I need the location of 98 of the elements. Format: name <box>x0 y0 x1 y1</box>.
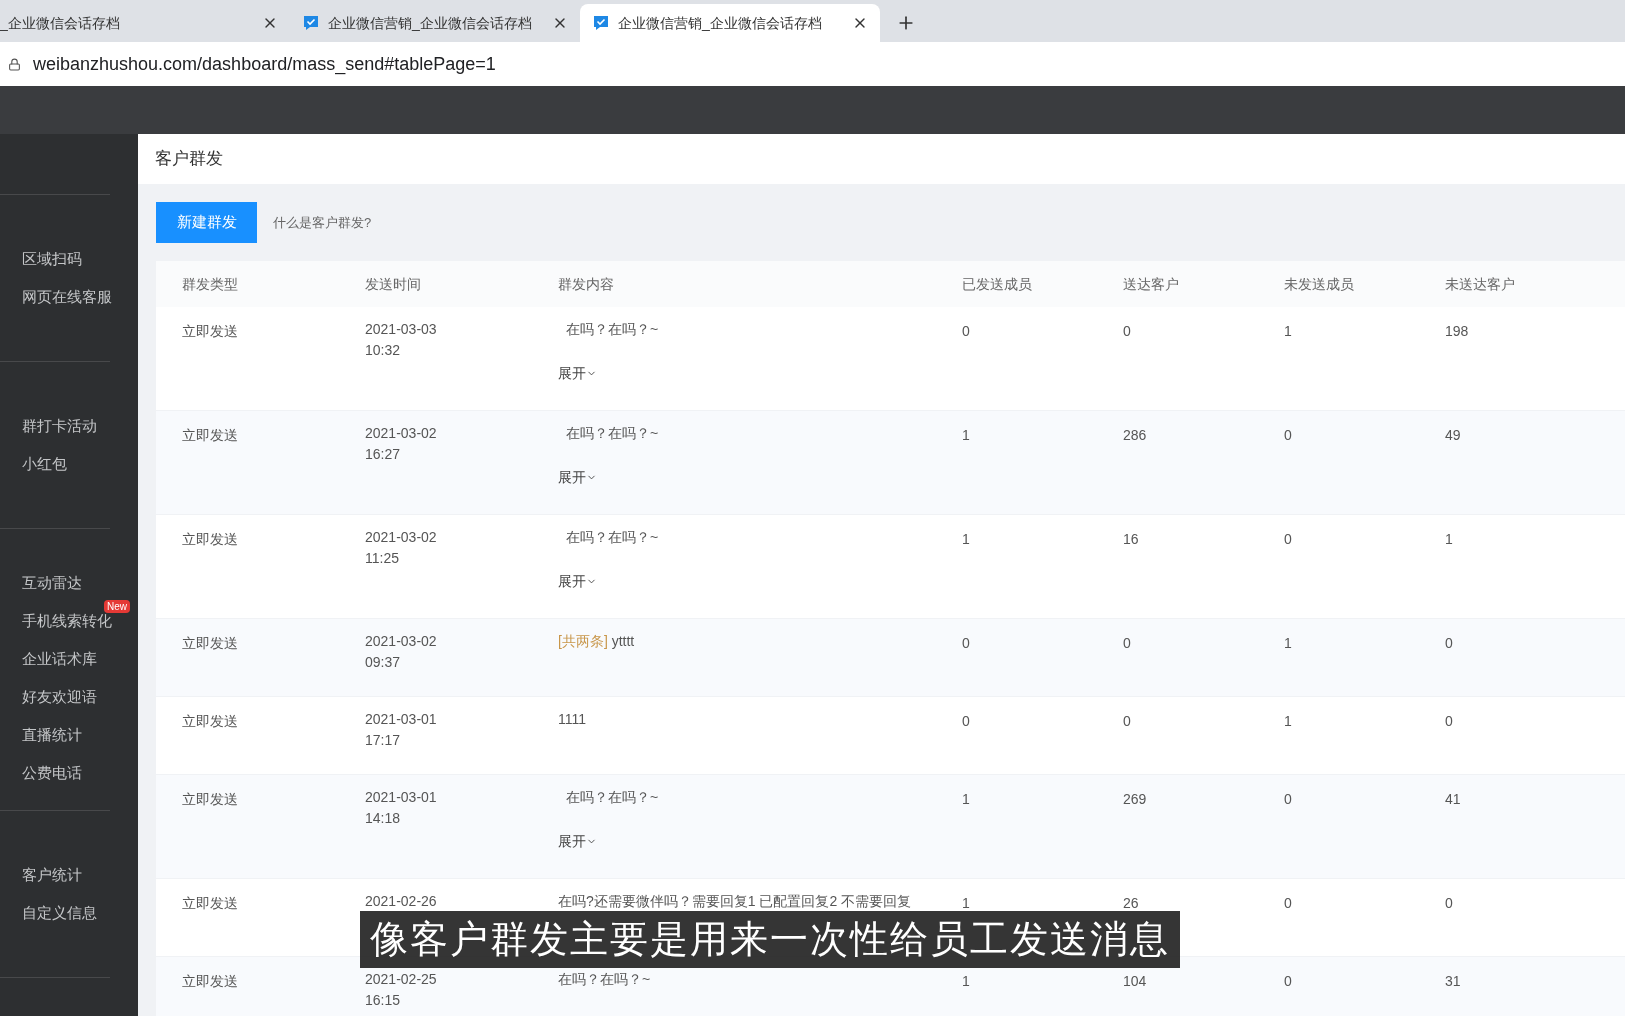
column-header: 未发送成员 <box>1284 276 1354 292</box>
sidebar-item[interactable]: 直播统计 <box>22 726 82 743</box>
table-cell: 0 <box>1123 635 1131 651</box>
sidebar-item[interactable]: 区域扫码 <box>22 250 82 267</box>
table-cell-text: 16:15 <box>365 991 401 1010</box>
sidebar-item[interactable]: 好友欢迎语 <box>22 688 97 705</box>
table-cell-text: 在吗？在吗？~ <box>565 424 659 443</box>
table-cell-text: 17:17 <box>365 731 401 750</box>
table-cell-text: 2021-03-01 <box>365 710 437 729</box>
table-cell-text: 在吗？在吗？~ <box>565 320 659 339</box>
sidebar-item[interactable]: 自定义信息 <box>22 904 97 921</box>
table-cell: 0 <box>1284 895 1292 911</box>
table-cell: 0 <box>1445 635 1453 651</box>
sidebar-item[interactable]: 客户统计 <box>22 866 82 883</box>
table-cell-text: [共两条] ytttt <box>558 632 635 651</box>
table-cell: 49 <box>1445 427 1461 443</box>
sidebar-item[interactable]: 手机线索转化 <box>22 612 112 629</box>
table-cell: 286 <box>1123 427 1147 443</box>
table-cell-text: 2021-02-25 <box>365 970 437 989</box>
table-cell: 269 <box>1123 791 1147 807</box>
expand-link[interactable]: 展开 <box>558 363 597 384</box>
help-link[interactable]: 什么是客户群发? <box>273 212 372 233</box>
table-cell-text: 2021-03-02 <box>365 632 437 651</box>
table-cell: 立即发送 <box>182 791 238 807</box>
new-badge: New <box>104 600 130 613</box>
table-cell: 1 <box>962 427 970 443</box>
table-cell: 1 <box>1284 713 1292 729</box>
table-cell: 31 <box>1445 973 1461 989</box>
table-cell-text: 11:25 <box>365 549 399 568</box>
table-cell-text: 10:32 <box>365 341 401 360</box>
table-cell: 0 <box>1123 713 1131 729</box>
browser-tab[interactable]: 企业微信营销_企业微信会话存档 <box>580 4 880 42</box>
table-cell: 26 <box>1123 895 1139 911</box>
table-cell: 198 <box>1445 323 1469 339</box>
browser-tab[interactable]: 企业微信营销_企业微信会话存档 <box>290 4 580 42</box>
lock-icon <box>8 57 21 71</box>
table-cell: 0 <box>1284 427 1292 443</box>
sidebar-item[interactable]: 小红包 <box>22 455 67 472</box>
sidebar-item[interactable]: 群打卡活动 <box>22 417 97 434</box>
table-cell-text: 09:37 <box>365 653 401 672</box>
table-cell: 立即发送 <box>182 635 238 651</box>
column-header: 未送达客户 <box>1445 276 1515 292</box>
column-header: 已发送成员 <box>962 276 1032 292</box>
table-cell: 1 <box>1284 323 1292 339</box>
browser-tab[interactable]: _企业微信会话存档 <box>0 4 290 42</box>
table-cell-text: 2021-02-26 <box>365 892 437 911</box>
sidebar-item[interactable]: 网页在线客服 <box>22 288 112 305</box>
table-cell: 立即发送 <box>182 895 238 911</box>
table-cell-text: 16:27 <box>365 445 401 464</box>
table-cell: 1 <box>1445 531 1453 547</box>
table-cell-text: 在吗?还需要微伴吗？需要回复1 已配置回复2 不需要回复 <box>558 892 912 911</box>
table-cell: 立即发送 <box>182 427 238 443</box>
table-cell-text: 在吗？在吗？~ <box>565 528 659 547</box>
table-cell: 1 <box>962 791 970 807</box>
table-cell: 1 <box>1284 635 1292 651</box>
table-cell-text: 在吗？在吗？~ <box>558 970 651 989</box>
tab-title: 企业微信营销_企业微信会话存档 <box>328 13 533 33</box>
table-cell: 0 <box>1445 895 1453 911</box>
table-cell-text: 1111 <box>558 710 587 729</box>
page-title: 客户群发 <box>155 148 223 171</box>
table-cell: 立即发送 <box>182 973 238 989</box>
table-cell: 0 <box>962 713 970 729</box>
table-cell: 0 <box>962 635 970 651</box>
table-cell-text: 在吗？在吗？~ <box>565 788 659 807</box>
table-cell-text: 2021-03-03 <box>365 320 437 339</box>
table-cell-text: 2021-03-02 <box>365 424 437 443</box>
table-cell: 104 <box>1123 973 1147 989</box>
video-subtitle: 像客户群发主要是用来一次性给员工发送消息 <box>360 911 1180 968</box>
tab-title: _企业微信会话存档 <box>0 13 121 33</box>
column-header: 送达客户 <box>1123 276 1179 292</box>
table-cell: 0 <box>1284 531 1292 547</box>
table-cell: 0 <box>1284 973 1292 989</box>
expand-link[interactable]: 展开 <box>558 467 597 488</box>
table-cell: 0 <box>962 323 970 339</box>
table-cell: 41 <box>1445 791 1461 807</box>
address-bar[interactable]: weibanzhushou.com/dashboard/mass_send#tablePage=1 <box>33 50 496 78</box>
column-header: 发送时间 <box>365 276 421 292</box>
table-cell-text: 2021-03-02 <box>365 528 437 547</box>
table-cell: 1 <box>962 531 970 547</box>
sidebar-item[interactable]: 公费电话 <box>22 764 82 781</box>
expand-link[interactable]: 展开 <box>558 571 597 592</box>
column-header: 群发类型 <box>182 276 238 292</box>
table-cell: 0 <box>1445 713 1453 729</box>
table-cell: 1 <box>962 973 970 989</box>
table-cell: 立即发送 <box>182 713 238 729</box>
table-cell: 立即发送 <box>182 531 238 547</box>
expand-link[interactable]: 展开 <box>558 831 597 852</box>
table-cell: 1 <box>962 895 970 911</box>
table-cell-text: 2021-03-01 <box>365 788 437 807</box>
table-cell: 0 <box>1284 791 1292 807</box>
table-cell: 16 <box>1123 531 1139 547</box>
column-header: 群发内容 <box>558 276 614 292</box>
sidebar-item[interactable]: 互动雷达 <box>22 574 82 591</box>
table-cell: 0 <box>1123 323 1131 339</box>
table-cell: 立即发送 <box>182 323 238 339</box>
tab-title: 企业微信营销_企业微信会话存档 <box>618 13 823 33</box>
table-cell-text: 14:18 <box>365 809 401 828</box>
sidebar-item[interactable]: 企业话术库 <box>22 650 97 667</box>
